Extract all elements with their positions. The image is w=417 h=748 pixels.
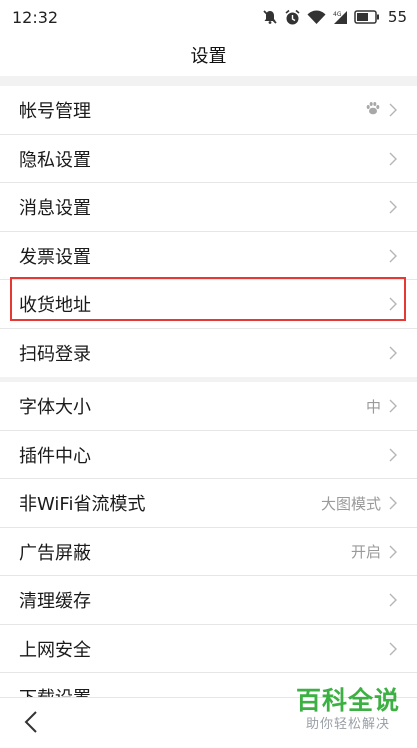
status-time: 12:32 [12, 7, 59, 27]
chevron-right-icon [389, 496, 397, 510]
mute-icon [262, 9, 278, 25]
watermark-subtitle: 助你轻松解决 [305, 717, 390, 732]
back-button[interactable] [24, 710, 48, 736]
settings-item-scan-login[interactable]: 扫码登录 [0, 329, 417, 378]
chevron-right-icon [389, 200, 397, 214]
chevron-right-icon [389, 152, 397, 166]
settings-item-label: 收货地址 [19, 295, 91, 317]
settings-item-web-security[interactable]: 上网安全 [0, 625, 417, 674]
settings-item-ad-block[interactable]: 广告屏蔽 开启 [0, 528, 417, 577]
settings-item-label: 字体大小 [19, 397, 91, 419]
chevron-right-icon [389, 346, 397, 360]
settings-item-label: 隐私设置 [19, 149, 91, 171]
settings-item-label: 扫码登录 [19, 343, 91, 365]
settings-item-label: 发票设置 [19, 246, 91, 268]
settings-item-plugins[interactable]: 插件中心 [0, 431, 417, 480]
settings-item-label: 上网安全 [19, 639, 91, 661]
settings-item-messages[interactable]: 消息设置 [0, 183, 417, 232]
settings-item-label: 帐号管理 [19, 101, 91, 123]
battery-icon [354, 10, 380, 24]
settings-item-value: 大图模式 [320, 494, 381, 513]
settings-group-general: 字体大小 中 插件中心 非WiFi省流模式 大图模式 广告屏蔽 开启 清理缓存 … [0, 382, 417, 722]
chevron-right-icon [389, 103, 397, 117]
chevron-right-icon [389, 642, 397, 656]
wifi-icon [307, 9, 326, 25]
status-icons: 4G 55 [262, 8, 407, 26]
svg-text:4G: 4G [333, 11, 342, 18]
page-title: 设置 [190, 46, 227, 67]
chevron-right-icon [389, 593, 397, 607]
settings-item-privacy[interactable]: 隐私设置 [0, 135, 417, 184]
paw-icon [365, 100, 381, 120]
settings-item-label: 非WiFi省流模式 [19, 494, 146, 516]
status-bar: 12:32 4G 55 [0, 0, 417, 34]
chevron-left-icon [24, 711, 38, 738]
chevron-right-icon [389, 297, 397, 311]
watermark-title: 百科全说 [295, 686, 400, 715]
settings-item-data-saver[interactable]: 非WiFi省流模式 大图模式 [0, 479, 417, 528]
alarm-icon [284, 9, 301, 26]
watermark-logo: 百科全说 助你轻松解决 [293, 686, 403, 734]
chevron-right-icon [389, 399, 397, 413]
signal-icon: 4G [332, 9, 348, 25]
settings-item-label: 清理缓存 [19, 591, 91, 613]
chevron-right-icon [389, 249, 397, 263]
settings-item-value: 中 [365, 397, 381, 416]
settings-item-value: 开启 [350, 543, 381, 562]
settings-item-clear-cache[interactable]: 清理缓存 [0, 576, 417, 625]
header-bar: 设置 [0, 34, 417, 76]
settings-item-label: 消息设置 [19, 198, 91, 220]
settings-item-shipping-address[interactable]: 收货地址 [0, 280, 417, 329]
settings-item-label: 广告屏蔽 [19, 542, 91, 564]
chevron-right-icon [389, 448, 397, 462]
settings-group-account: 帐号管理 隐私设置 消息设置 发票设置 收货地址 扫码登录 [0, 86, 417, 377]
settings-item-account[interactable]: 帐号管理 [0, 86, 417, 135]
settings-item-invoice[interactable]: 发票设置 [0, 232, 417, 281]
chevron-right-icon [389, 545, 397, 559]
settings-item-font-size[interactable]: 字体大小 中 [0, 382, 417, 431]
settings-item-label: 插件中心 [19, 445, 91, 467]
battery-level: 55 [387, 8, 407, 26]
